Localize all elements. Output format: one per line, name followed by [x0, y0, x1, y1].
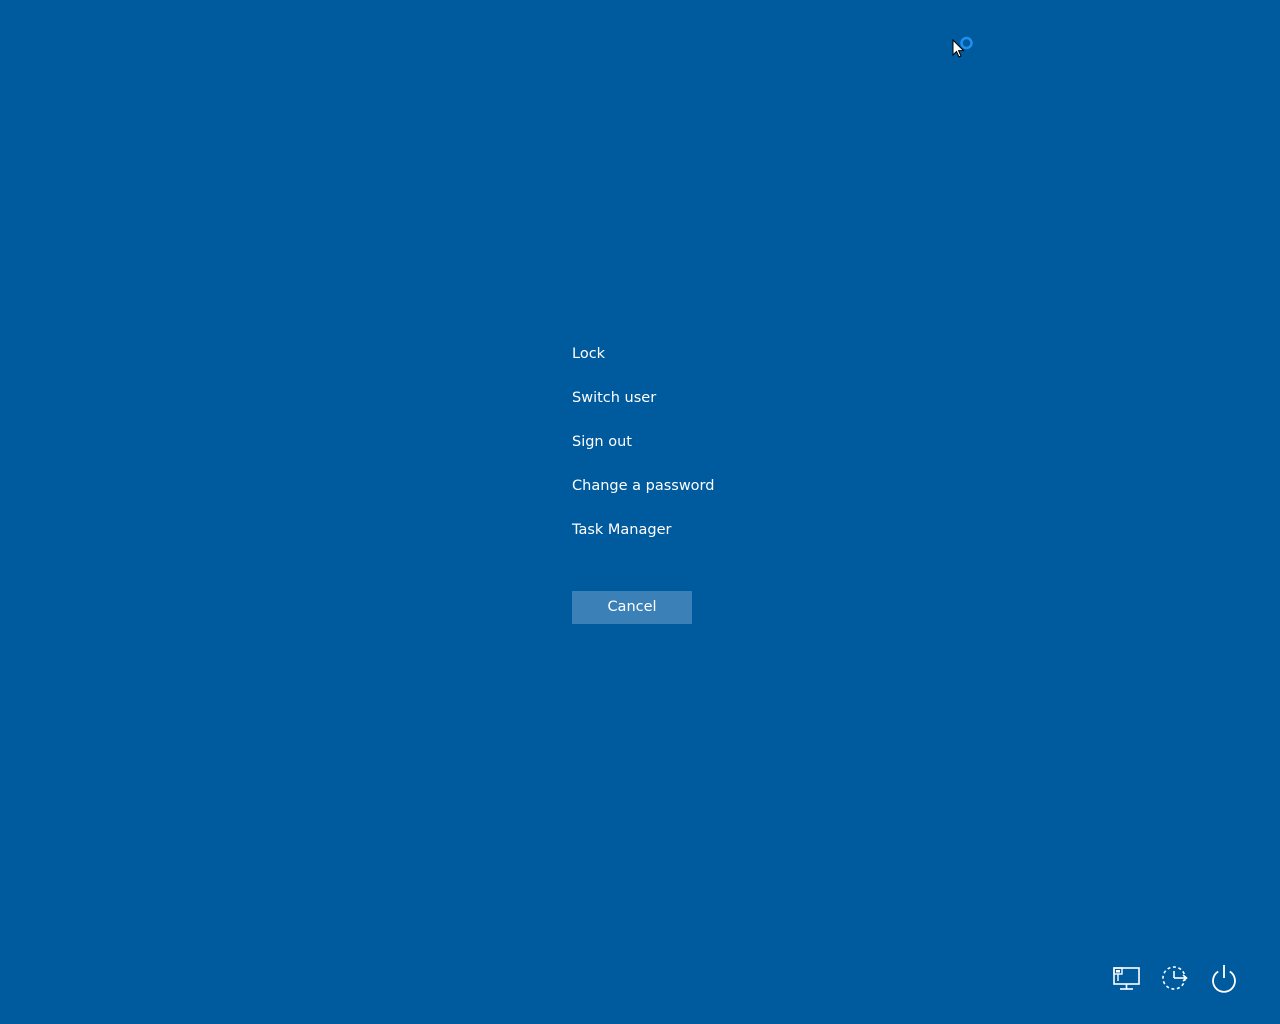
cancel-button[interactable]: Cancel — [572, 591, 692, 624]
ctrl-alt-del-screen: Lock Switch user Sign out Change a passw… — [0, 0, 1280, 1024]
system-tray — [1108, 960, 1248, 996]
task-manager-option[interactable]: Task Manager — [572, 519, 832, 541]
network-icon[interactable] — [1108, 960, 1144, 996]
busy-cursor-icon — [950, 34, 980, 64]
lock-option[interactable]: Lock — [572, 343, 832, 365]
change-password-option[interactable]: Change a password — [572, 475, 832, 497]
ease-of-access-icon[interactable] — [1156, 960, 1192, 996]
security-options-menu: Lock Switch user Sign out Change a passw… — [572, 343, 832, 541]
power-icon[interactable] — [1206, 960, 1242, 996]
sign-out-option[interactable]: Sign out — [572, 431, 832, 453]
switch-user-option[interactable]: Switch user — [572, 387, 832, 409]
